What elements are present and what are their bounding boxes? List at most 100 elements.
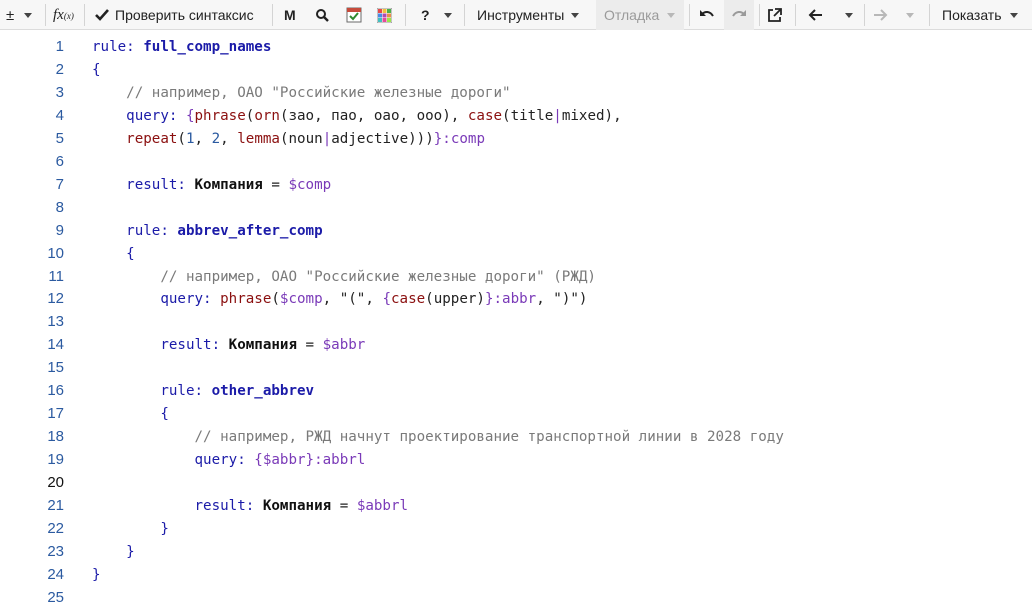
color-grid-button[interactable] [377,0,392,30]
code-token: , "(", [322,291,383,308]
line-number: 25 [47,588,64,606]
code-token: // например, РЖД начнут проектирование т… [92,429,784,446]
code-token: result: [92,176,195,193]
code-token: (noun [279,130,323,147]
line-number: 13 [47,313,64,331]
code-line[interactable]: query: {phrase(orn(зао, пао, оао, ооо), … [92,105,621,128]
code-token: orn [254,107,280,124]
tools-menu[interactable]: Инструменты [477,0,580,30]
open-external-button[interactable] [767,0,782,30]
line-number: 16 [47,382,64,400]
code-line[interactable]: { [92,243,135,266]
m-icon: M [284,7,296,23]
arrow-right-icon [874,9,888,21]
forward-button[interactable] [873,0,914,30]
show-menu[interactable]: Показать [942,0,1018,30]
code-line[interactable]: rule: other_abbrev [92,380,314,403]
line-number: 4 [55,106,64,124]
code-line[interactable]: { [92,403,169,426]
checklist-icon [346,7,362,23]
line-number: 8 [55,198,64,216]
code-token: } [92,566,101,583]
code-line[interactable]: repeat(1, 2, lemma(noun|adjective)))}:co… [92,128,485,151]
code-token: 1 [185,130,195,147]
code-token: abbrev_after_comp [177,222,323,239]
line-number: 6 [55,152,64,170]
debug-label: Отладка [604,7,660,23]
code-line[interactable]: result: Компания = $abbrl [92,495,408,518]
code-token: { [92,406,169,423]
code-line[interactable]: query: phrase($comp, "(", {case(upper)}:… [92,288,587,311]
code-token: adjective))) [331,130,434,147]
code-token: , [220,130,238,147]
check-syntax-label: Проверить синтаксис [115,7,254,23]
insert-symbol-button[interactable]: ± [6,0,33,30]
check-syntax-button[interactable]: Проверить синтаксис [94,0,254,30]
line-number: 3 [55,83,64,101]
code-token: query: [92,107,186,124]
code-line[interactable]: // например, РЖД начнут проектирование т… [92,426,784,449]
code-token: rule: [92,383,212,400]
code-token: lemma [237,130,280,147]
chevron-down-icon [845,12,853,18]
line-number: 18 [47,428,64,446]
undo-icon [700,10,714,17]
code-token: full_comp_names [143,39,272,55]
line-number: 20 [47,474,64,492]
code-token: (title [502,107,554,124]
code-line[interactable]: rule: full_comp_names [92,36,271,59]
code-line[interactable]: result: Компания = $abbr [92,334,365,357]
code-token: case [390,291,426,308]
line-number: 9 [55,221,64,239]
code-token: query: [92,291,221,308]
code-token: repeat [92,130,178,147]
code-token: } [92,520,169,537]
line-number: 1 [55,38,64,55]
code-token: , ")") [536,291,588,308]
line-number: 17 [47,405,64,423]
line-number: 7 [55,175,64,193]
chevron-down-icon [571,12,580,18]
help-button[interactable]: ? [421,0,452,30]
line-number: 23 [47,542,64,560]
line-number: 21 [47,497,64,514]
code-token: result: [92,498,263,514]
code-line[interactable]: } [92,541,135,564]
code-token: // например, ОАО "Российские железные до… [92,268,596,285]
code-line[interactable]: rule: abbrev_after_comp [92,220,323,243]
function-button[interactable]: fx(x) [53,0,74,30]
code-token: $comp [279,291,323,308]
back-button[interactable] [808,0,853,30]
code-token: | [553,107,562,124]
show-label: Показать [942,7,1002,23]
m-button[interactable]: M [284,0,296,30]
chevron-down-icon [1009,12,1018,18]
code-line[interactable]: { [92,59,101,82]
code-token: } [92,543,135,560]
code-line[interactable]: } [92,564,101,587]
code-token: = [262,176,289,193]
checklist-button[interactable] [346,0,362,30]
code-line[interactable]: result: Компания = $comp [92,174,331,197]
checkmark-icon [95,9,109,21]
chevron-down-icon [24,12,33,18]
tools-label: Инструменты [477,7,565,23]
code-line[interactable]: // например, ОАО "Российские железные до… [92,266,596,289]
code-token: (зао, пао, оао, ооо), [279,107,468,124]
redo-button[interactable] [724,0,754,30]
code-editor[interactable]: 1 2 3 4 5 6 7 8 9 10 11 12 13 14 15 16 17 18 19 20 21 22 23 24 2… [0,31,1032,611]
debug-menu[interactable]: Отладка [596,0,684,30]
line-number: 12 [47,290,64,308]
code-line[interactable]: // например, ОАО "Российские железные до… [92,82,510,105]
arrow-left-icon [808,9,822,21]
code-token: { [92,61,101,78]
code-line[interactable]: query: {$abbr}:abbrl [92,449,365,472]
undo-button[interactable] [699,0,715,30]
code-token: other_abbrev [211,383,315,400]
help-icon: ? [421,7,430,23]
code-line[interactable]: } [92,518,169,541]
function-icon: fx(x) [53,6,74,23]
code-token: Компания [262,498,332,514]
code-token: Компания [228,337,298,354]
search-button[interactable] [315,0,329,30]
